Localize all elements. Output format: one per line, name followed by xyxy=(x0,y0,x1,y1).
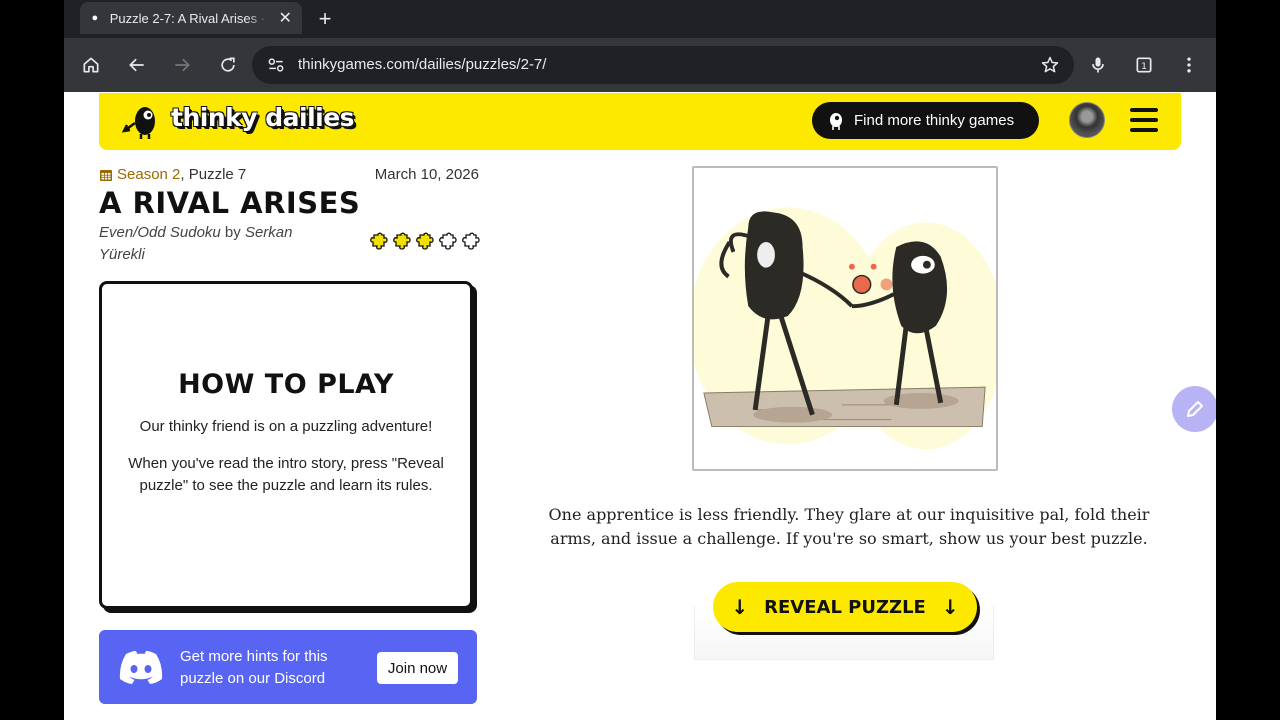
home-icon[interactable] xyxy=(77,51,105,79)
forward-icon[interactable] xyxy=(168,51,196,79)
season-link[interactable]: Season 2 xyxy=(117,166,180,183)
browser-tab[interactable]: ● Puzzle 2-7: A Rival Arises · Thinky Da… xyxy=(80,2,302,34)
tab-strip: ● Puzzle 2-7: A Rival Arises · Thinky Da… xyxy=(64,0,1216,38)
puzzle-number: , Puzzle 7 xyxy=(180,166,247,183)
how-to-play-instructions: When you've read the intro story, press … xyxy=(128,455,444,494)
story-text: One apprentice is less friendly. They gl… xyxy=(548,505,1150,548)
discord-logo-icon xyxy=(119,650,163,684)
reveal-puzzle-label: REVEAL PUZZLE xyxy=(764,596,926,618)
new-tab-icon[interactable]: + xyxy=(312,6,338,32)
close-tab-icon[interactable]: ✕ xyxy=(276,8,294,28)
how-to-play-heading: HOW TO PLAY xyxy=(178,369,394,400)
microphone-icon[interactable] xyxy=(1084,51,1112,79)
find-more-games-button[interactable]: Find more thinky games xyxy=(812,102,1039,139)
difficulty-rating xyxy=(370,231,484,253)
arrow-down-icon: ↓ xyxy=(731,595,749,619)
url-text[interactable]: thinkygames.com/dailies/puzzles/2-7/ xyxy=(298,56,546,73)
reveal-puzzle-button[interactable]: ↓ REVEAL PUZZLE ↓ xyxy=(713,582,977,632)
address-bar[interactable]: thinkygames.com/dailies/puzzles/2-7/ xyxy=(252,46,1074,84)
favicon-icon: ● xyxy=(91,12,99,24)
site-header: thinky dailies Find more thinky games xyxy=(99,93,1181,150)
difficulty-star-empty-icon xyxy=(439,232,457,250)
reload-icon[interactable] xyxy=(214,51,242,79)
how-to-play-intro: Our thinky friend is on a puzzling adven… xyxy=(139,418,433,435)
browser-window: ● Puzzle 2-7: A Rival Arises · Thinky Da… xyxy=(64,0,1216,720)
tab-switcher-button[interactable]: 1 xyxy=(1130,51,1158,79)
discord-banner: Get more hints for this puzzle on our Di… xyxy=(99,630,477,704)
tab-title: Puzzle 2-7: A Rival Arises · Thinky Dail… xyxy=(109,10,271,26)
difficulty-star-empty-icon xyxy=(462,232,480,250)
thinky-mascot-logo-icon[interactable] xyxy=(121,101,161,141)
puzzle-date: March 10, 2026 xyxy=(374,166,479,183)
arrow-down-icon: ↓ xyxy=(941,595,959,619)
user-avatar[interactable] xyxy=(1069,102,1105,138)
how-to-play-card: HOW TO PLAY Our thinky friend is on a pu… xyxy=(99,281,473,609)
puzzle-subtitle: Even/Odd Sudoku by Serkan Yürekli xyxy=(99,222,339,266)
season-info: Season 2 , Puzzle 7 xyxy=(99,166,246,183)
bookmark-star-icon[interactable] xyxy=(1040,55,1060,75)
more-menu-icon[interactable] xyxy=(1175,51,1203,79)
puzzle-genre: Even/Odd Sudoku xyxy=(99,224,221,241)
by-label: by xyxy=(220,224,245,241)
edit-pencil-icon[interactable] xyxy=(1172,386,1216,432)
hamburger-menu-icon[interactable] xyxy=(1130,108,1158,132)
find-more-games-label: Find more thinky games xyxy=(854,112,1015,129)
join-discord-button[interactable]: Join now xyxy=(377,652,458,684)
puzzle-title: A RIVAL ARISES xyxy=(99,186,361,220)
discord-promo-text: Get more hints for this puzzle on our Di… xyxy=(180,648,328,687)
difficulty-star-filled-icon xyxy=(416,232,434,250)
calendar-icon xyxy=(100,169,112,181)
story-illustration xyxy=(692,166,998,471)
mascot-icon xyxy=(830,112,842,130)
browser-toolbar: thinkygames.com/dailies/puzzles/2-7/ 1 xyxy=(64,38,1216,92)
site-settings-icon[interactable] xyxy=(266,55,286,75)
difficulty-star-filled-icon xyxy=(393,232,411,250)
site-logo-text[interactable]: thinky dailies xyxy=(171,103,355,132)
tab-count: 1 xyxy=(1141,61,1147,72)
back-icon[interactable] xyxy=(123,51,151,79)
difficulty-star-filled-icon xyxy=(370,232,388,250)
